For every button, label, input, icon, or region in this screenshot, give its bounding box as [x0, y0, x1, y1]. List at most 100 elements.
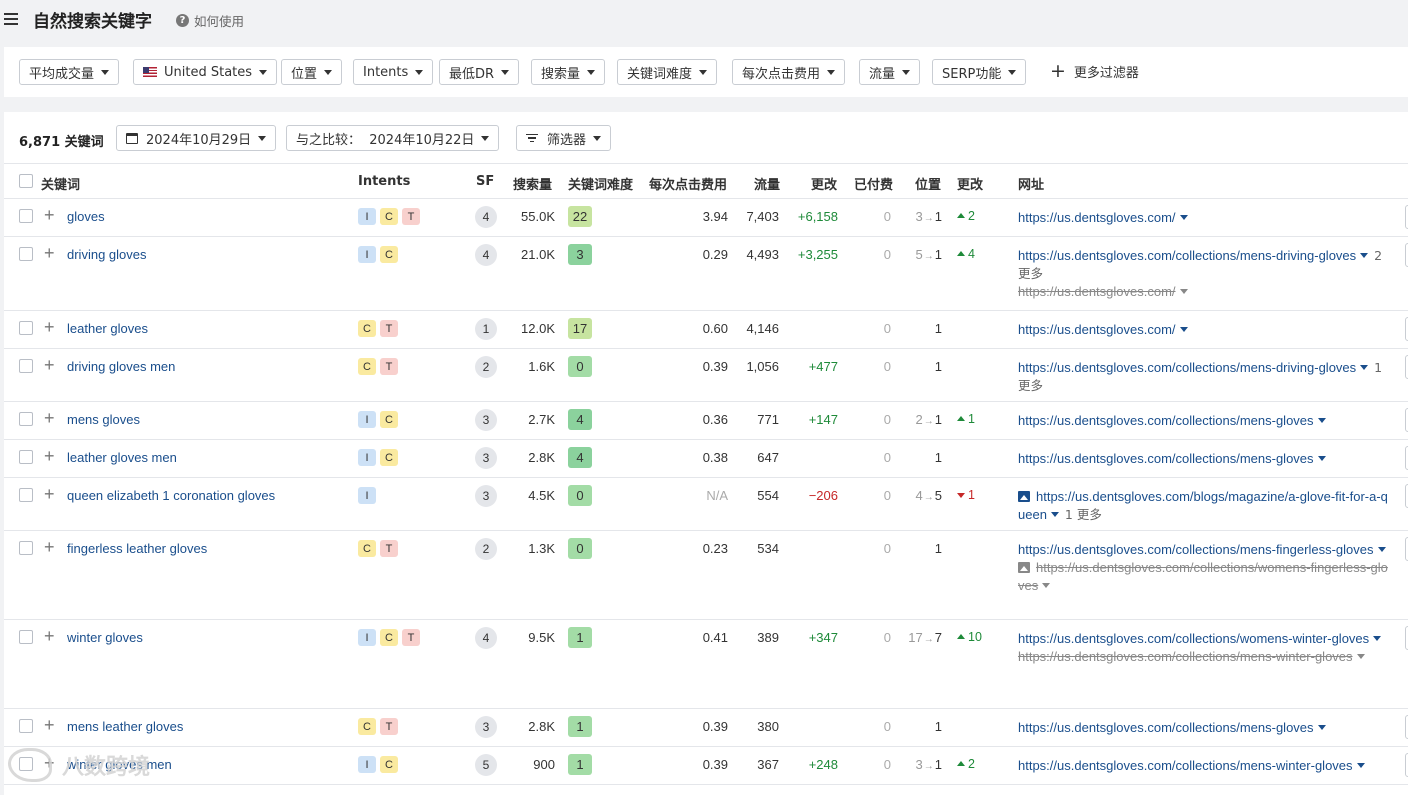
keyword-link[interactable]: leather gloves: [67, 321, 148, 336]
url-dropdown-icon[interactable]: [1356, 654, 1365, 659]
ranking-url-link[interactable]: https://us.dentsgloves.com/collections/m…: [1018, 451, 1314, 466]
url-dropdown-icon[interactable]: [1179, 327, 1188, 332]
url-dropdown-icon[interactable]: [1179, 215, 1188, 220]
sf-badge[interactable]: 4: [475, 244, 497, 266]
url-dropdown-icon[interactable]: [1373, 636, 1382, 641]
row-checkbox[interactable]: [19, 247, 33, 261]
sf-badge[interactable]: 4: [475, 627, 497, 649]
select-all-checkbox[interactable]: [19, 174, 33, 188]
url-dropdown-icon[interactable]: [1360, 365, 1369, 370]
filter-country[interactable]: United States: [133, 59, 278, 85]
row-checkbox[interactable]: [19, 209, 33, 223]
sf-badge[interactable]: 3: [475, 409, 497, 431]
ranking-url-link[interactable]: https://us.dentsgloves.com/collections/m…: [1018, 360, 1356, 375]
col-sf[interactable]: SF: [476, 174, 494, 189]
col-cpc[interactable]: 每次点击费用: [649, 174, 727, 193]
sf-badge[interactable]: 2: [475, 356, 497, 378]
filter-position[interactable]: 位置: [281, 59, 343, 85]
ranking-url-link[interactable]: https://us.dentsgloves.com/collections/w…: [1018, 631, 1369, 646]
col-pos-change[interactable]: 更改: [957, 174, 983, 193]
keyword-link[interactable]: gloves: [67, 209, 105, 224]
keyword-link[interactable]: mens leather gloves: [67, 719, 183, 734]
ranking-url-link[interactable]: https://us.dentsgloves.com/: [1018, 322, 1176, 337]
filter-kd[interactable]: 关键词难度: [617, 59, 718, 85]
menu-icon[interactable]: [4, 11, 18, 25]
col-traffic[interactable]: 流量: [754, 174, 780, 193]
ranking-url-link[interactable]: https://us.dentsgloves.com/collections/m…: [1018, 542, 1374, 557]
keyword-link[interactable]: leather gloves men: [67, 450, 177, 465]
row-checkbox[interactable]: [19, 719, 33, 733]
row-checkbox[interactable]: [19, 359, 33, 373]
row-checkbox[interactable]: [19, 412, 33, 426]
row-checkbox[interactable]: [19, 450, 33, 464]
ranking-url-link[interactable]: https://us.dentsgloves.com/collections/m…: [1018, 413, 1314, 428]
keyword-link[interactable]: fingerless leather gloves: [67, 541, 207, 556]
row-checkbox[interactable]: [19, 321, 33, 335]
col-kd[interactable]: 关键词难度: [568, 174, 633, 193]
add-to-list-icon[interactable]: +: [44, 244, 55, 262]
sf-badge[interactable]: 4: [475, 206, 497, 228]
ranking-url-link[interactable]: https://us.dentsgloves.com/collections/m…: [1018, 248, 1356, 263]
url-dropdown-icon[interactable]: [1356, 763, 1365, 768]
add-to-list-icon[interactable]: +: [44, 538, 55, 556]
keyword-link[interactable]: driving gloves men: [67, 359, 175, 374]
row-checkbox[interactable]: [19, 630, 33, 644]
ranking-url-link[interactable]: https://us.dentsgloves.com/collections/m…: [1018, 720, 1314, 735]
sf-badge[interactable]: 1: [475, 318, 497, 340]
previous-url-link[interactable]: https://us.dentsgloves.com/collections/m…: [1018, 649, 1353, 664]
filter-cpc[interactable]: 每次点击费用: [732, 59, 846, 85]
add-to-list-icon[interactable]: +: [44, 447, 55, 465]
row-checkbox[interactable]: [19, 488, 33, 502]
date-picker[interactable]: 2024年10月29日: [116, 125, 277, 151]
keyword-link[interactable]: winter gloves: [67, 630, 143, 645]
filter-min-dr[interactable]: 最低DR: [439, 59, 520, 85]
ranking-url-link[interactable]: https://us.dentsgloves.com/collections/m…: [1018, 758, 1353, 773]
filters-button[interactable]: 筛选器: [516, 125, 612, 151]
add-to-list-icon[interactable]: +: [44, 318, 55, 336]
add-to-list-icon[interactable]: +: [44, 716, 55, 734]
more-urls-link[interactable]: 1 更多: [1065, 507, 1102, 522]
add-to-list-icon[interactable]: +: [44, 206, 55, 224]
col-intents[interactable]: Intents: [358, 174, 410, 189]
url-dropdown-icon[interactable]: [1317, 725, 1326, 730]
keyword-link[interactable]: driving gloves: [67, 247, 147, 262]
more-filters-button[interactable]: + 更多过滤器: [1050, 62, 1139, 82]
filter-avg-volume[interactable]: 平均成交量: [19, 59, 120, 85]
col-change[interactable]: 更改: [811, 174, 837, 193]
previous-url-link[interactable]: https://us.dentsgloves.com/: [1018, 284, 1176, 299]
sf-badge[interactable]: 3: [475, 447, 497, 469]
col-position[interactable]: 位置: [915, 174, 941, 193]
add-to-list-icon[interactable]: +: [44, 485, 55, 503]
image-icon: [1018, 491, 1030, 502]
col-paid[interactable]: 已付费: [854, 174, 893, 193]
ranking-url-link[interactable]: https://us.dentsgloves.com/: [1018, 210, 1176, 225]
filter-serp-features[interactable]: SERP功能: [932, 59, 1027, 85]
col-volume[interactable]: 搜索量: [513, 174, 552, 193]
add-to-list-icon[interactable]: +: [44, 356, 55, 374]
url-dropdown-icon[interactable]: [1360, 253, 1369, 258]
url-dropdown-icon[interactable]: [1317, 418, 1326, 423]
add-to-list-icon[interactable]: +: [44, 409, 55, 427]
url-dropdown-icon[interactable]: [1179, 289, 1188, 294]
help-link[interactable]: ? 如何使用: [176, 11, 244, 30]
sf-badge[interactable]: 5: [475, 754, 497, 776]
filter-intents[interactable]: Intents: [353, 59, 434, 85]
compare-date-picker[interactable]: 与之比较： 2024年10月22日: [286, 125, 500, 151]
traffic-value: 4,493: [746, 247, 779, 262]
sf-badge[interactable]: 2: [475, 538, 497, 560]
add-to-list-icon[interactable]: +: [44, 627, 55, 645]
sf-badge[interactable]: 3: [475, 716, 497, 738]
col-url[interactable]: 网址: [1018, 174, 1044, 193]
keyword-link[interactable]: queen elizabeth 1 coronation gloves: [67, 488, 275, 503]
url-dropdown-icon[interactable]: [1050, 512, 1059, 517]
previous-url-link[interactable]: https://us.dentsgloves.com/collections/w…: [1018, 560, 1388, 593]
url-dropdown-icon[interactable]: [1317, 456, 1326, 461]
keyword-link[interactable]: mens gloves: [67, 412, 140, 427]
filter-volume[interactable]: 搜索量: [531, 59, 606, 85]
sf-badge[interactable]: 3: [475, 485, 497, 507]
url-dropdown-icon[interactable]: [1042, 583, 1051, 588]
col-keyword[interactable]: 关键词: [41, 174, 80, 193]
filter-traffic[interactable]: 流量: [859, 59, 921, 85]
url-dropdown-icon[interactable]: [1377, 547, 1386, 552]
row-checkbox[interactable]: [19, 541, 33, 555]
